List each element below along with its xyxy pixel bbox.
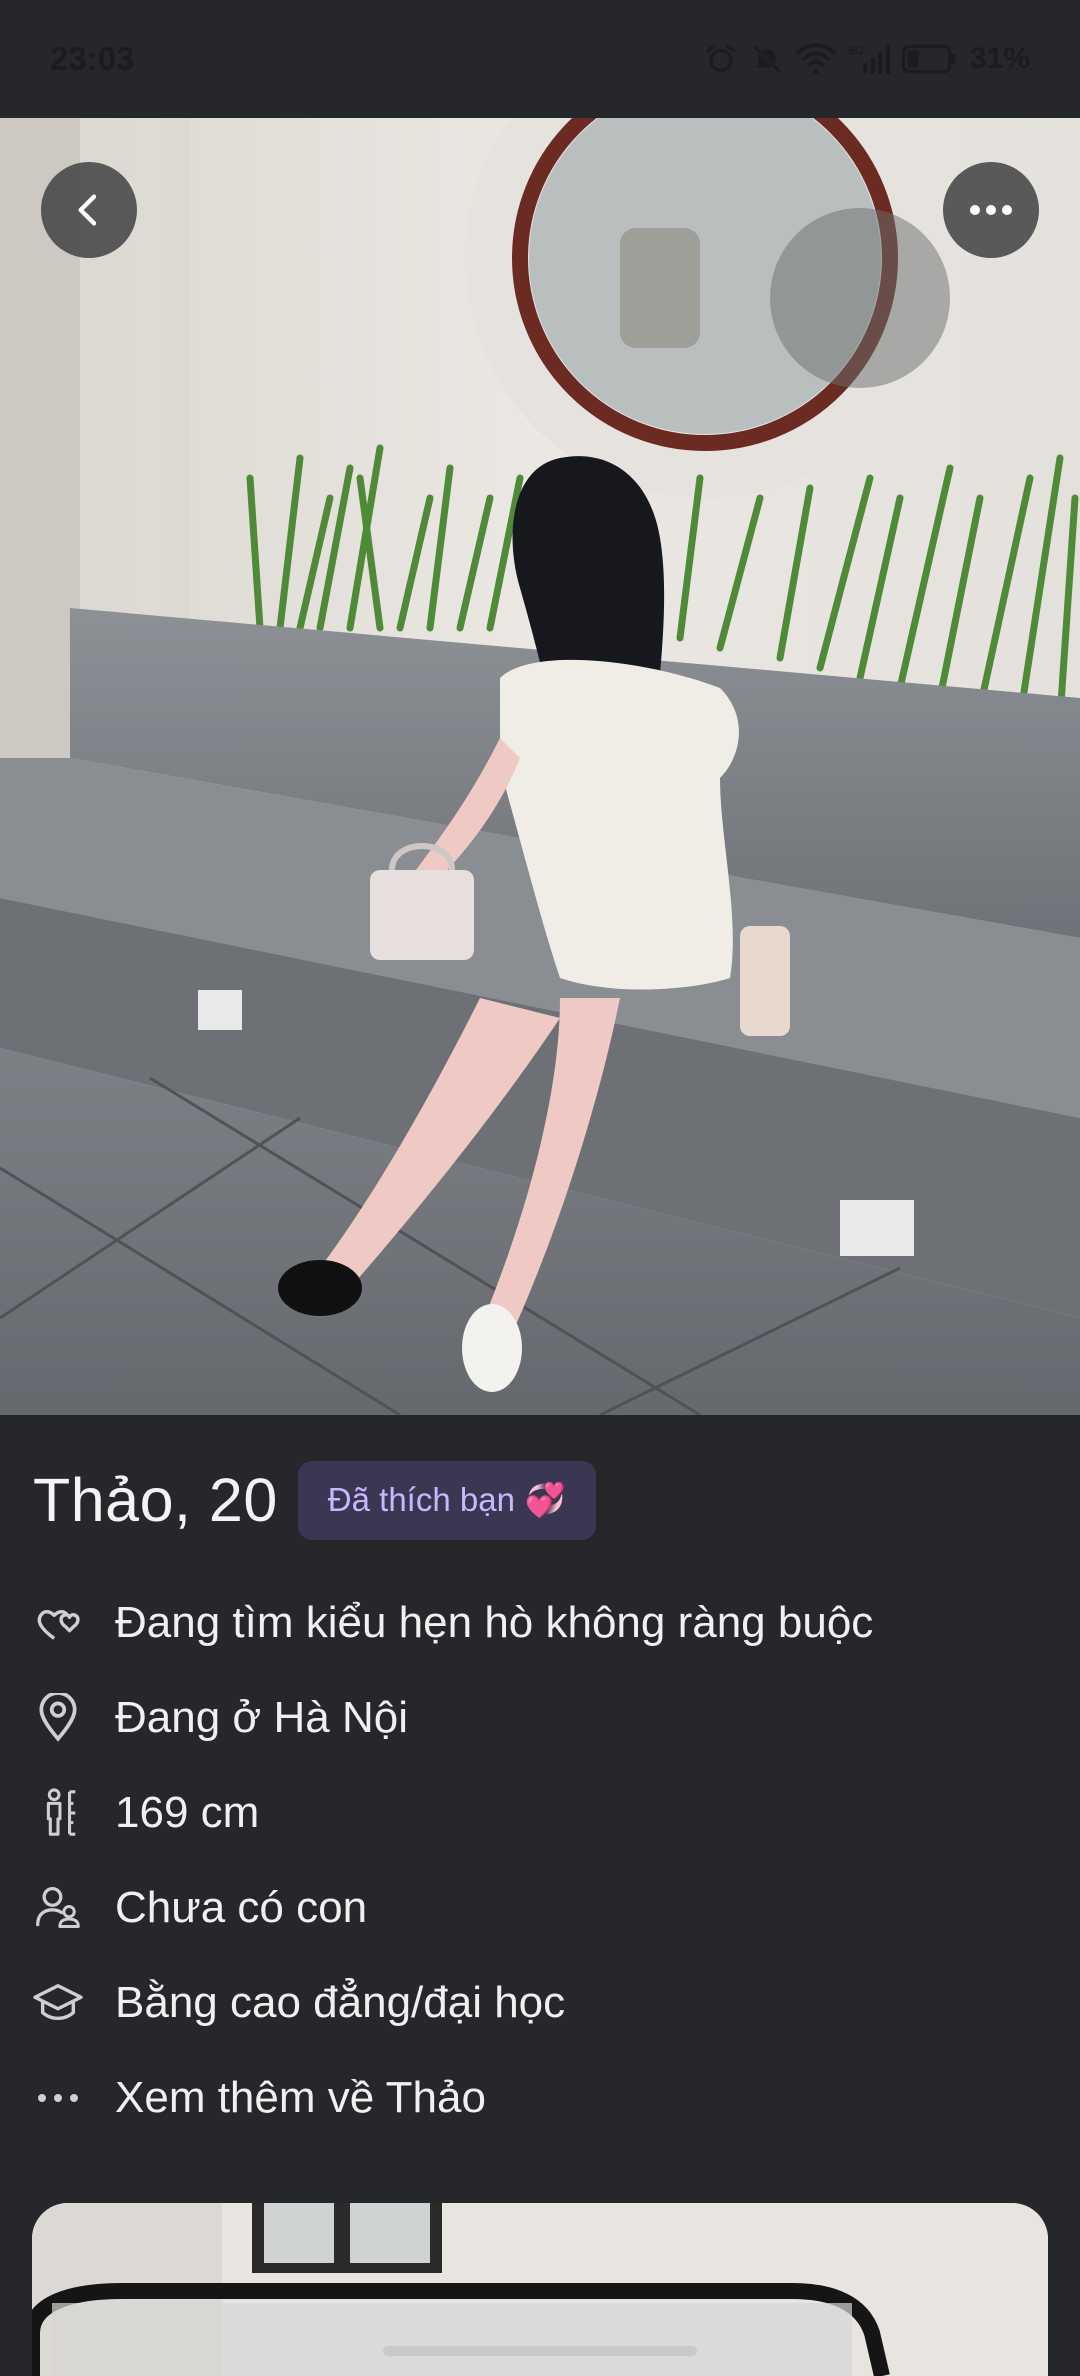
hearts-icon <box>33 1598 83 1648</box>
attr-text: Bằng cao đẳng/đại học <box>115 1977 566 2027</box>
attr-text: 169 cm <box>115 1787 260 1837</box>
attr-relationship: Đang tìm kiểu hẹn hò không ràng buộc <box>33 1575 1033 1670</box>
attribute-list: Đang tìm kiểu hẹn hò không ràng buộc Đan… <box>33 1575 1033 2145</box>
battery-percent: 31% <box>969 42 1030 75</box>
mute-icon <box>752 44 782 74</box>
wifi-icon <box>795 43 836 75</box>
status-bar: 23:03 5G 31% <box>0 0 1080 118</box>
see-more-about-link[interactable]: Xem thêm về Thảo <box>33 2050 1033 2145</box>
attr-height: 169 cm <box>33 1765 1033 1860</box>
height-icon <box>33 1787 83 1838</box>
more-horizontal-icon <box>970 205 1012 215</box>
attr-text: Đang ở Hà Nội <box>115 1692 408 1742</box>
back-button[interactable] <box>41 162 137 258</box>
attr-children: Chưa có con <box>33 1860 1033 1955</box>
home-indicator[interactable] <box>383 2346 697 2356</box>
attr-location: Đang ở Hà Nội <box>33 1670 1033 1765</box>
location-pin-icon <box>33 1692 83 1743</box>
liked-badge-text: Đã thích bạn <box>327 1481 515 1518</box>
attr-text: Đang tìm kiểu hẹn hò không ràng buộc <box>115 1597 874 1647</box>
photo-illustration <box>0 118 1080 1415</box>
hearts-emoji: 💞 <box>524 1480 567 1518</box>
alarm-icon <box>706 44 736 73</box>
liked-you-badge: Đã thích bạn 💞 <box>297 1460 597 1540</box>
children-icon <box>33 1883 83 1933</box>
see-more-text: Xem thêm về Thảo <box>115 2072 486 2122</box>
status-time: 23:03 <box>50 40 135 77</box>
5g-signal-icon: 5G <box>848 44 890 74</box>
battery-icon <box>901 44 956 74</box>
profile-name-age: Thảo, 20 <box>33 1466 278 1534</box>
profile-photo[interactable] <box>0 118 1080 1415</box>
education-icon <box>33 1978 83 2028</box>
chevron-left-icon <box>78 194 97 226</box>
more-options-button[interactable] <box>943 162 1039 258</box>
status-icons: 5G 31% <box>704 42 1030 76</box>
svg-text:5G: 5G <box>848 44 864 58</box>
name-row: Thảo, 20 Đã thích bạn 💞 <box>33 1455 597 1545</box>
more-dots-icon <box>33 2073 83 2123</box>
attr-text: Chưa có con <box>115 1882 368 1932</box>
attr-education: Bằng cao đẳng/đại học <box>33 1955 1033 2050</box>
